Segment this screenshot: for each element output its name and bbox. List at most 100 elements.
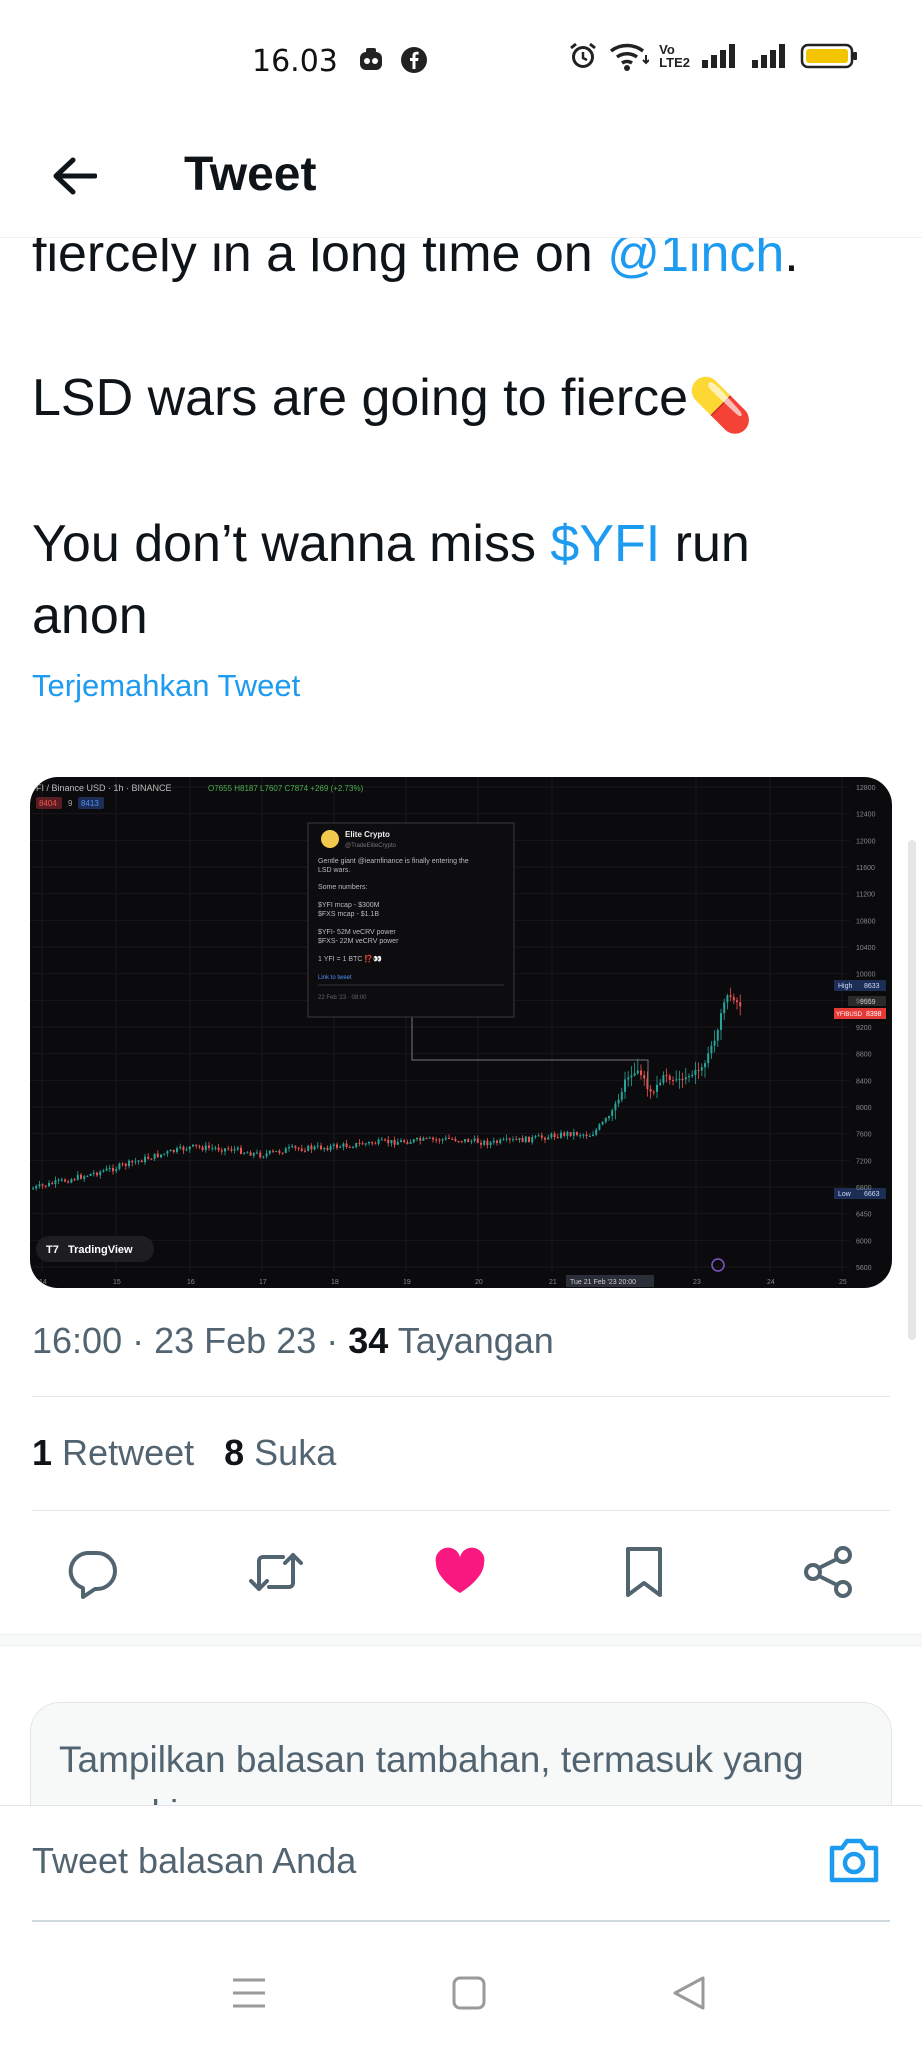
candle-body (716, 1030, 719, 1041)
reply-button[interactable] (60, 1540, 124, 1604)
cashtag-link[interactable]: $YFI (550, 515, 660, 573)
candle-body (384, 1139, 386, 1141)
candle-body (505, 1138, 508, 1140)
candle-body (371, 1142, 374, 1144)
trading-chart: FI / Binance USD · 1h · BINANCE O7655 H8… (30, 777, 886, 1287)
candle-body (339, 1146, 342, 1148)
likes-count: 8 (224, 1432, 245, 1473)
candle-body (620, 1091, 623, 1100)
candle-body (435, 1139, 438, 1141)
candle-body (115, 1168, 118, 1172)
candle-body (486, 1140, 489, 1146)
tweet-stats: 1 Retweet 8 Suka (32, 1432, 336, 1474)
candle-body (230, 1149, 233, 1151)
candle-body (70, 1179, 73, 1183)
candle-body (201, 1147, 204, 1151)
like-button[interactable] (428, 1540, 492, 1604)
system-back-button[interactable] (664, 1968, 714, 2018)
recents-button[interactable] (224, 1968, 274, 2018)
date-tick-label: 23 (693, 1279, 701, 1286)
candle-body (208, 1145, 210, 1148)
facebook-icon (400, 46, 428, 79)
reply-composer: Tweet balasan Anda (0, 1805, 922, 1925)
card-text-5: $FXS mcap - $1.1B (318, 911, 379, 918)
date-tick-label: 25 (839, 1279, 847, 1286)
candle-body (275, 1150, 278, 1152)
card-name: Elite Crypto (345, 830, 390, 839)
share-button[interactable] (796, 1540, 860, 1604)
candle-body (553, 1133, 556, 1138)
candle-body (54, 1180, 57, 1185)
candle-body (710, 1045, 713, 1054)
date-tick-label: 17 (259, 1279, 267, 1286)
date-tick-label: 19 (403, 1279, 411, 1286)
candle-body (236, 1147, 239, 1150)
tweet-text-line-2: LSD wars are going to fierce💊 (32, 362, 758, 435)
candle-body (41, 1184, 44, 1186)
candle-body (582, 1134, 585, 1136)
candle-body (598, 1124, 601, 1130)
candle-body (176, 1148, 178, 1153)
retweets-stat[interactable]: 1 Retweet (32, 1432, 194, 1474)
bookmark-button[interactable] (612, 1540, 676, 1604)
candle-body (672, 1079, 674, 1081)
candle-body (268, 1150, 271, 1154)
high-label: High (838, 983, 853, 990)
section-separator (0, 1634, 922, 1646)
date-tick-label: 15 (113, 1279, 121, 1286)
candle-body (438, 1139, 441, 1141)
candle-body (182, 1146, 185, 1151)
candle-body (467, 1139, 470, 1143)
candle-body (169, 1149, 172, 1152)
candle-body (611, 1110, 614, 1117)
candle-body (700, 1067, 703, 1071)
candle-body (313, 1146, 316, 1150)
candle-body (534, 1136, 537, 1138)
tweet-media-image[interactable]: FI / Binance USD · 1h · BINANCE O7655 H8… (30, 777, 892, 1288)
back-button[interactable] (44, 146, 104, 206)
status-time: 16.03 (252, 44, 338, 79)
likes-stat[interactable]: 8 Suka (224, 1432, 336, 1474)
status-icons: Vo LTE2 (567, 40, 858, 72)
candle-body (128, 1160, 130, 1166)
candle-body (44, 1185, 47, 1187)
retweet-button[interactable] (244, 1540, 308, 1604)
candle-body (60, 1179, 63, 1181)
candle-body (342, 1143, 345, 1147)
alarm-icon (570, 42, 597, 68)
candle-body (707, 1053, 710, 1064)
candle-body (192, 1144, 194, 1147)
reply-input[interactable]: Tweet balasan Anda (32, 1840, 356, 1882)
candle-body (156, 1153, 159, 1158)
lte-label: LTE2 (659, 55, 690, 70)
current-value: 8398 (866, 1011, 882, 1018)
candle-body (451, 1138, 454, 1140)
tweet-text-segment: You don’t wanna miss (32, 515, 551, 573)
candle-body (681, 1078, 684, 1080)
candle-body (89, 1173, 92, 1176)
candle-body (121, 1163, 124, 1165)
card-handle: @TradeEliteCrypto (345, 843, 397, 849)
home-icon (452, 1976, 486, 2010)
home-button[interactable] (444, 1968, 494, 2018)
views-count: 34 (348, 1320, 389, 1361)
candle-body (630, 1075, 633, 1078)
candle-body (640, 1070, 642, 1076)
candle-body (624, 1079, 626, 1092)
candle-body (521, 1137, 524, 1143)
scrollbar[interactable] (908, 840, 916, 1340)
candle-body (240, 1147, 242, 1154)
date-tick-label: 24 (767, 1279, 775, 1286)
candle-body (492, 1140, 495, 1143)
candle-body (227, 1148, 230, 1150)
price-tick-label: 6800 (856, 1185, 872, 1192)
camera-button[interactable] (826, 1832, 886, 1892)
candle-body (563, 1132, 566, 1136)
candle-body (444, 1137, 447, 1140)
translate-tweet-link[interactable]: Terjemahkan Tweet (32, 668, 300, 704)
candle-body (499, 1139, 502, 1143)
candle-body (252, 1152, 255, 1156)
candle-body (550, 1133, 553, 1138)
candle-body (67, 1181, 70, 1183)
candle-body (409, 1142, 412, 1144)
